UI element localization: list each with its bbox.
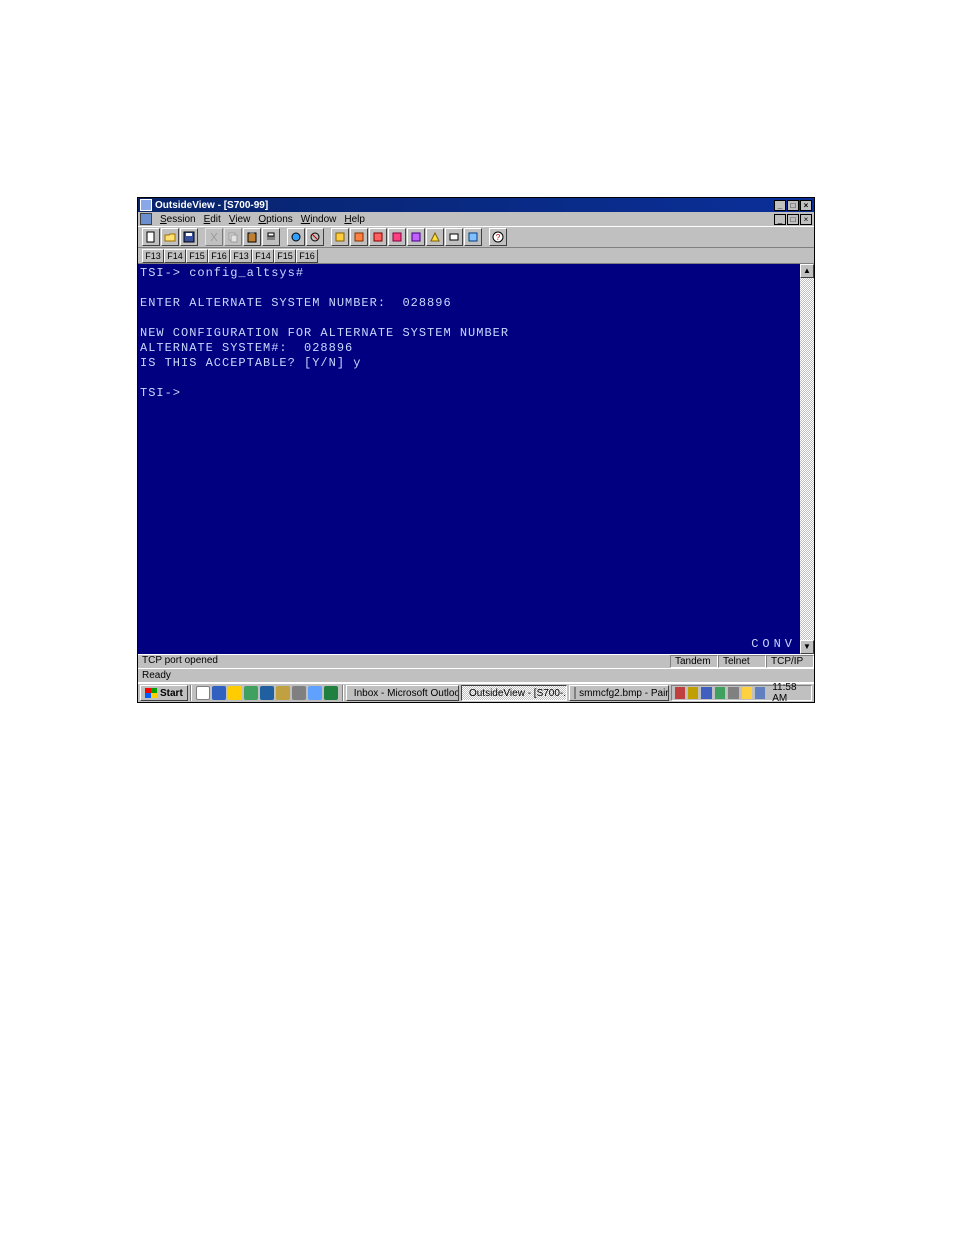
ql-icon-5[interactable] [260, 686, 274, 700]
tray-icon-7[interactable] [755, 687, 765, 699]
ql-outlook-icon[interactable] [228, 686, 242, 700]
tool-icon-7[interactable] [445, 228, 463, 246]
menu-window[interactable]: Window [297, 214, 341, 225]
status-ready: Ready [138, 670, 814, 681]
menu-view[interactable]: View [225, 214, 255, 225]
terminal-line: ALTERNATE SYSTEM#: 028896 [140, 341, 353, 355]
minimize-button[interactable]: _ [774, 200, 786, 211]
fkey-f14b[interactable]: F14 [252, 249, 274, 263]
status-port: TCP port opened [138, 655, 670, 668]
open-icon[interactable] [161, 228, 179, 246]
terminal-line: NEW CONFIGURATION FOR ALTERNATE SYSTEM N… [140, 326, 509, 340]
tray-volume-icon[interactable] [742, 687, 752, 699]
ql-icon-8[interactable] [308, 686, 322, 700]
mdi-system-icon[interactable] [140, 213, 152, 225]
paste-icon[interactable] [243, 228, 261, 246]
vertical-scrollbar[interactable]: ▲ ▼ [800, 264, 814, 654]
mdi-minimize-button[interactable]: _ [774, 214, 786, 225]
mdi-maximize-button[interactable]: □ [787, 214, 799, 225]
print-icon[interactable] [262, 228, 280, 246]
tray-icon-3[interactable] [701, 687, 711, 699]
fkey-f16b[interactable]: F16 [296, 249, 318, 263]
svg-text:?: ? [496, 233, 501, 242]
paint-icon [574, 687, 576, 699]
fkey-f16[interactable]: F16 [208, 249, 230, 263]
menu-options[interactable]: Options [254, 214, 296, 225]
scroll-up-button[interactable]: ▲ [800, 264, 814, 278]
tool-icon-5[interactable] [407, 228, 425, 246]
terminal-line: TSI-> [140, 386, 181, 400]
tool-icon-6[interactable] [426, 228, 444, 246]
save-icon[interactable] [180, 228, 198, 246]
connection-status-bar: TCP port opened Tandem Telnet TCP/IP [138, 654, 814, 668]
task-outlook[interactable]: Inbox - Microsoft Outlook [346, 685, 459, 701]
taskbar: Start Inbox - Microsoft Outlook OutsideV… [138, 682, 814, 702]
clock[interactable]: 11:58 AM [768, 682, 808, 704]
ql-icon-4[interactable] [244, 686, 258, 700]
tray-icon-4[interactable] [715, 687, 725, 699]
task-outlook-label: Inbox - Microsoft Outlook [354, 688, 459, 699]
windows-icon [145, 688, 157, 698]
maximize-button[interactable]: □ [787, 200, 799, 211]
mdi-close-button[interactable]: × [800, 214, 812, 225]
ql-icon-6[interactable] [276, 686, 290, 700]
menu-edit[interactable]: Edit [200, 214, 225, 225]
system-tray: 11:58 AM [671, 685, 812, 701]
terminal-mode-indicator: CONV [751, 637, 796, 652]
tool-icon-2[interactable] [350, 228, 368, 246]
tray-icon-2[interactable] [688, 687, 698, 699]
titlebar[interactable]: OutsideView - [S700-99] _ □ × [138, 198, 814, 212]
ql-icon-9[interactable] [324, 686, 338, 700]
terminal-line: ENTER ALTERNATE SYSTEM NUMBER: 028896 [140, 296, 452, 310]
status-telnet: Telnet [718, 655, 766, 668]
start-button[interactable]: Start [140, 685, 188, 701]
fkey-f15b[interactable]: F15 [274, 249, 296, 263]
scroll-down-button[interactable]: ▼ [800, 640, 814, 654]
terminal-area: TSI-> config_altsys# ENTER ALTERNATE SYS… [138, 264, 814, 654]
tray-icon-5[interactable] [728, 687, 738, 699]
app-icon [140, 199, 152, 211]
task-outsideview-label: OutsideView - [S700-... [469, 688, 567, 699]
ql-desktop-icon[interactable] [196, 686, 210, 700]
toolbar: ? [138, 226, 814, 248]
fkey-f14[interactable]: F14 [164, 249, 186, 263]
terminal-line: IS THIS ACCEPTABLE? [Y/N] y [140, 356, 361, 370]
status-tandem: Tandem [670, 655, 718, 668]
task-paint[interactable]: smmcfg2.bmp - Paint [569, 685, 669, 701]
menubar: Session Edit View Options Window Help _ … [138, 212, 814, 226]
menu-help[interactable]: Help [340, 214, 369, 225]
function-key-bar: F13 F14 F15 F16 F13 F14 F15 F16 [138, 248, 814, 264]
start-label: Start [160, 688, 183, 699]
application-window: OutsideView - [S700-99] _ □ × Session Ed… [137, 197, 815, 703]
tool-icon-3[interactable] [369, 228, 387, 246]
status-tcpip: TCP/IP [766, 655, 814, 668]
ready-status-bar: Ready [138, 668, 814, 682]
menu-session[interactable]: Session [156, 214, 200, 225]
ql-icon-7[interactable] [292, 686, 306, 700]
tool-icon-8[interactable] [464, 228, 482, 246]
terminal-screen[interactable]: TSI-> config_altsys# ENTER ALTERNATE SYS… [138, 264, 800, 654]
task-paint-label: smmcfg2.bmp - Paint [579, 688, 669, 699]
tool-icon-4[interactable] [388, 228, 406, 246]
window-title: OutsideView - [S700-99] [155, 200, 774, 211]
help-icon[interactable]: ? [489, 228, 507, 246]
terminal-line: TSI-> config_altsys# [140, 266, 304, 280]
new-icon[interactable] [142, 228, 160, 246]
task-outsideview[interactable]: OutsideView - [S700-... [461, 685, 567, 701]
menu-session-label: ession [167, 214, 196, 225]
fkey-f15[interactable]: F15 [186, 249, 208, 263]
quick-launch [194, 686, 340, 700]
fkey-f13[interactable]: F13 [142, 249, 164, 263]
cut-icon[interactable] [205, 228, 223, 246]
connect-icon[interactable] [287, 228, 305, 246]
scroll-track[interactable] [800, 278, 814, 640]
tool-icon-1[interactable] [331, 228, 349, 246]
close-button[interactable]: × [800, 200, 812, 211]
ql-ie-icon[interactable] [212, 686, 226, 700]
tray-icon-1[interactable] [675, 687, 685, 699]
disconnect-icon[interactable] [306, 228, 324, 246]
copy-icon[interactable] [224, 228, 242, 246]
fkey-f13b[interactable]: F13 [230, 249, 252, 263]
